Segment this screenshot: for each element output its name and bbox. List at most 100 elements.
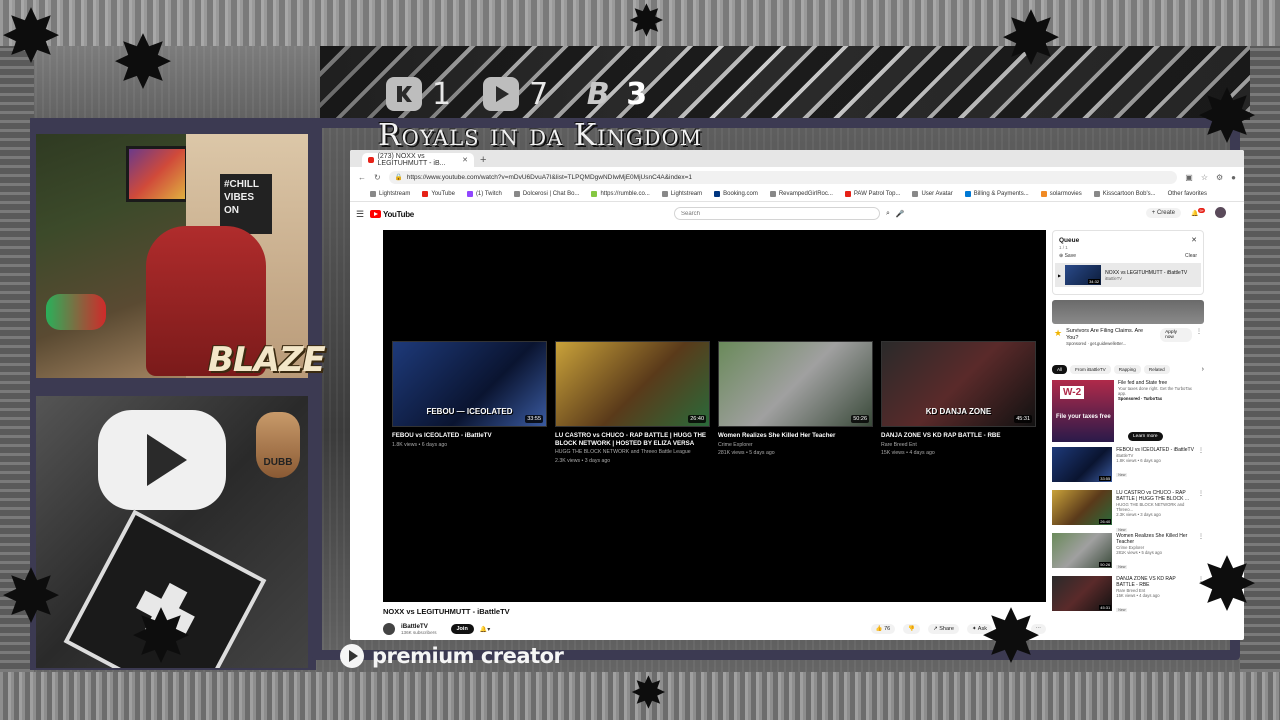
mic-icon[interactable]: 🎤 — [896, 210, 905, 218]
browser-window: (273) NOXX vs LEGITUHMUTT - iB... ✕ + ← … — [350, 150, 1244, 640]
bookmark-label: (1) Twitch — [475, 191, 502, 197]
b-stat: B 3 — [580, 77, 647, 112]
queue-save-button[interactable]: ⊕ Save — [1059, 253, 1076, 259]
bookmark[interactable]: Lightstream — [370, 191, 410, 197]
queue-title: Queue — [1059, 236, 1080, 244]
close-icon[interactable]: ✕ — [462, 156, 468, 164]
end-card[interactable]: FEBOU — ICEOLATED 33:55 FEBOU vs ICEOLAT… — [392, 341, 547, 464]
bookmark[interactable]: Lightstream — [661, 191, 702, 197]
ad-banner-image[interactable] — [1052, 300, 1204, 324]
bookmark-label: PAW Patrol Top... — [853, 191, 901, 197]
more-icon[interactable]: ⋮ — [1196, 328, 1202, 335]
bookmark[interactable]: Booking.com — [714, 191, 758, 197]
chevron-right-icon[interactable]: › — [1202, 366, 1204, 373]
like-button[interactable]: 👍 76 — [870, 624, 896, 634]
ad-title[interactable]: Survivors Are Filing Claims. Are You? — [1066, 328, 1156, 341]
other-favorites[interactable]: Other favorites — [1168, 191, 1207, 197]
chip-from-channel[interactable]: From iBattleTV — [1070, 365, 1111, 374]
bookmark-label: Kisscartoon Bob's... — [1102, 191, 1156, 197]
chip-related[interactable]: Related — [1143, 365, 1170, 374]
apply-now-button[interactable]: Apply now — [1160, 328, 1192, 342]
bookmark[interactable]: solarmovies — [1040, 191, 1082, 197]
queue-item[interactable]: ▶ 34:32 NOXX vs LEGITUHMUTT - iBattleTV … — [1055, 263, 1201, 287]
close-icon[interactable]: ✕ — [1191, 236, 1197, 244]
url-field[interactable]: 🔒 https://www.youtube.com/watch?v=mDvU6D… — [388, 170, 1178, 184]
tab-youtube[interactable]: (273) NOXX vs LEGITUHMUTT - iB... ✕ — [362, 153, 474, 167]
refresh-icon[interactable]: ↻ — [374, 173, 381, 182]
queue-clear-button[interactable]: Clear — [1185, 253, 1197, 259]
bookmark-icon — [591, 191, 598, 197]
more-icon[interactable]: ⋮ — [1198, 447, 1204, 487]
bookmark-icon — [1040, 191, 1047, 197]
avatar[interactable] — [1215, 207, 1226, 218]
bookmark[interactable]: User Avatar — [912, 191, 953, 197]
video-player[interactable]: FEBOU — ICEOLATED 33:55 FEBOU vs ICEOLAT… — [383, 230, 1046, 602]
related-video[interactable]: 26:40 LU CASTRO vs CHUCO - RAP BATTLE | … — [1052, 490, 1204, 532]
notifications-icon[interactable]: 🔔9+ — [1191, 208, 1205, 217]
split-icon[interactable]: ▣ — [1185, 173, 1193, 182]
rumble-icon — [340, 644, 364, 668]
extensions-icon[interactable]: ⚙ — [1216, 173, 1223, 182]
profile-icon[interactable]: ● — [1231, 173, 1236, 182]
learn-more-button[interactable]: Learn more — [1128, 432, 1163, 441]
end-card[interactable]: KD DANJA ZONE 45:31 DANJA ZONE VS KD RAP… — [881, 341, 1036, 464]
bookmark[interactable]: PAW Patrol Top... — [844, 191, 901, 197]
bookmark[interactable]: Dolcerosi | Chat Bo... — [513, 191, 579, 197]
chip-all[interactable]: All — [1052, 365, 1068, 374]
end-card-title: FEBOU vs ICEOLATED - iBattleTV — [392, 432, 492, 439]
new-badge: New — [1116, 473, 1128, 478]
chip-rapping[interactable]: Rapping — [1113, 365, 1141, 374]
dislike-button[interactable]: 👎 — [903, 624, 921, 634]
join-button[interactable]: Join — [450, 624, 474, 634]
bell-icon[interactable]: 🔔▾ — [480, 626, 490, 633]
create-label: Create — [1156, 209, 1175, 216]
address-bar: ← ↻ 🔒 https://www.youtube.com/watch?v=mD… — [350, 167, 1244, 187]
end-card[interactable]: 26:40 LU CASTRO vs CHUCO - RAP BATTLE | … — [555, 341, 710, 464]
duration-badge: 45:31 — [1014, 415, 1032, 423]
bookmark[interactable]: Kisscartoon Bob's... — [1093, 191, 1156, 197]
bookmark-label: Billing & Payments... — [973, 191, 1029, 197]
queue-panel: Queue ✕ 1 / 1 ⊕ Save Clear ▶ 34:32 NOXX … — [1052, 230, 1204, 295]
dubb-hand-badge: DUBB — [256, 412, 300, 478]
end-card-title: DANJA ZONE VS KD RAP BATTLE - RBE — [881, 432, 1001, 439]
subscriber-count: 136K subscribers — [401, 630, 437, 635]
channel-row: iBattleTV 136K subscribers Join 🔔▾ 👍 76 … — [383, 620, 1046, 638]
related-video-title: Women Realizes She Killed Her Teacher — [1116, 533, 1188, 545]
bookmark[interactable]: YouTube — [422, 191, 455, 197]
new-tab-button[interactable]: + — [480, 153, 486, 167]
end-card[interactable]: 50:26 Women Realizes She Killed Her Teac… — [718, 341, 873, 464]
related-videos: W-2 File your taxes free File fed and St… — [1052, 380, 1204, 616]
favorites-icon[interactable]: ☆ — [1201, 173, 1208, 182]
back-icon[interactable]: ← — [358, 173, 366, 182]
search-input[interactable] — [674, 207, 880, 220]
more-icon[interactable]: ⋮ — [1198, 490, 1204, 530]
bookmark[interactable]: https://rumble.co... — [591, 191, 650, 197]
related-video[interactable]: 50:26 Women Realizes She Killed Her Teac… — [1052, 533, 1204, 573]
search-icon[interactable]: ⌕ — [886, 210, 890, 218]
related-video[interactable]: 45:31 DANJA ZONE VS KD RAP BATTLE - RBE … — [1052, 576, 1204, 616]
video-thumbnail: 33:55 — [1052, 447, 1113, 482]
youtube-logo[interactable]: YouTube — [370, 210, 414, 219]
share-button[interactable]: ↗ Share — [928, 624, 959, 634]
create-button[interactable]: + Create — [1145, 207, 1181, 218]
related-video[interactable]: 33:55 FEBOU vs ICEOLATED - iBattleTV iBa… — [1052, 447, 1204, 487]
kick-count: 1 — [432, 76, 452, 112]
sidebar-ad[interactable]: W-2 File your taxes free File fed and St… — [1052, 380, 1204, 444]
ad-overlay-text: File your taxes free — [1056, 414, 1111, 420]
menu-icon[interactable]: ☰ — [356, 209, 370, 220]
channel-name[interactable]: iBattleTV — [401, 623, 437, 630]
premium-creator-text: premium creator — [372, 644, 564, 668]
thumbnail-text: FEBOU — ICEOLATED — [426, 407, 513, 416]
bookmark-icon — [661, 191, 668, 197]
channel-avatar[interactable] — [383, 623, 395, 635]
bookmark[interactable]: Billing & Payments... — [964, 191, 1029, 197]
tab-bar: (273) NOXX vs LEGITUHMUTT - iB... ✕ + — [350, 150, 1244, 167]
leaf-icon: ✸ — [980, 595, 1043, 678]
video-thumbnail: 50:26 — [718, 341, 873, 427]
queue-save-label: Save — [1064, 253, 1076, 259]
bookmark[interactable]: (1) Twitch — [466, 191, 502, 197]
bookmark-icon — [422, 191, 429, 197]
bookmark-label: https://rumble.co... — [600, 191, 650, 197]
video-thumbnail: FEBOU — ICEOLATED 33:55 — [392, 341, 547, 427]
bookmark[interactable]: RevampedGirlRoc... — [769, 191, 833, 197]
